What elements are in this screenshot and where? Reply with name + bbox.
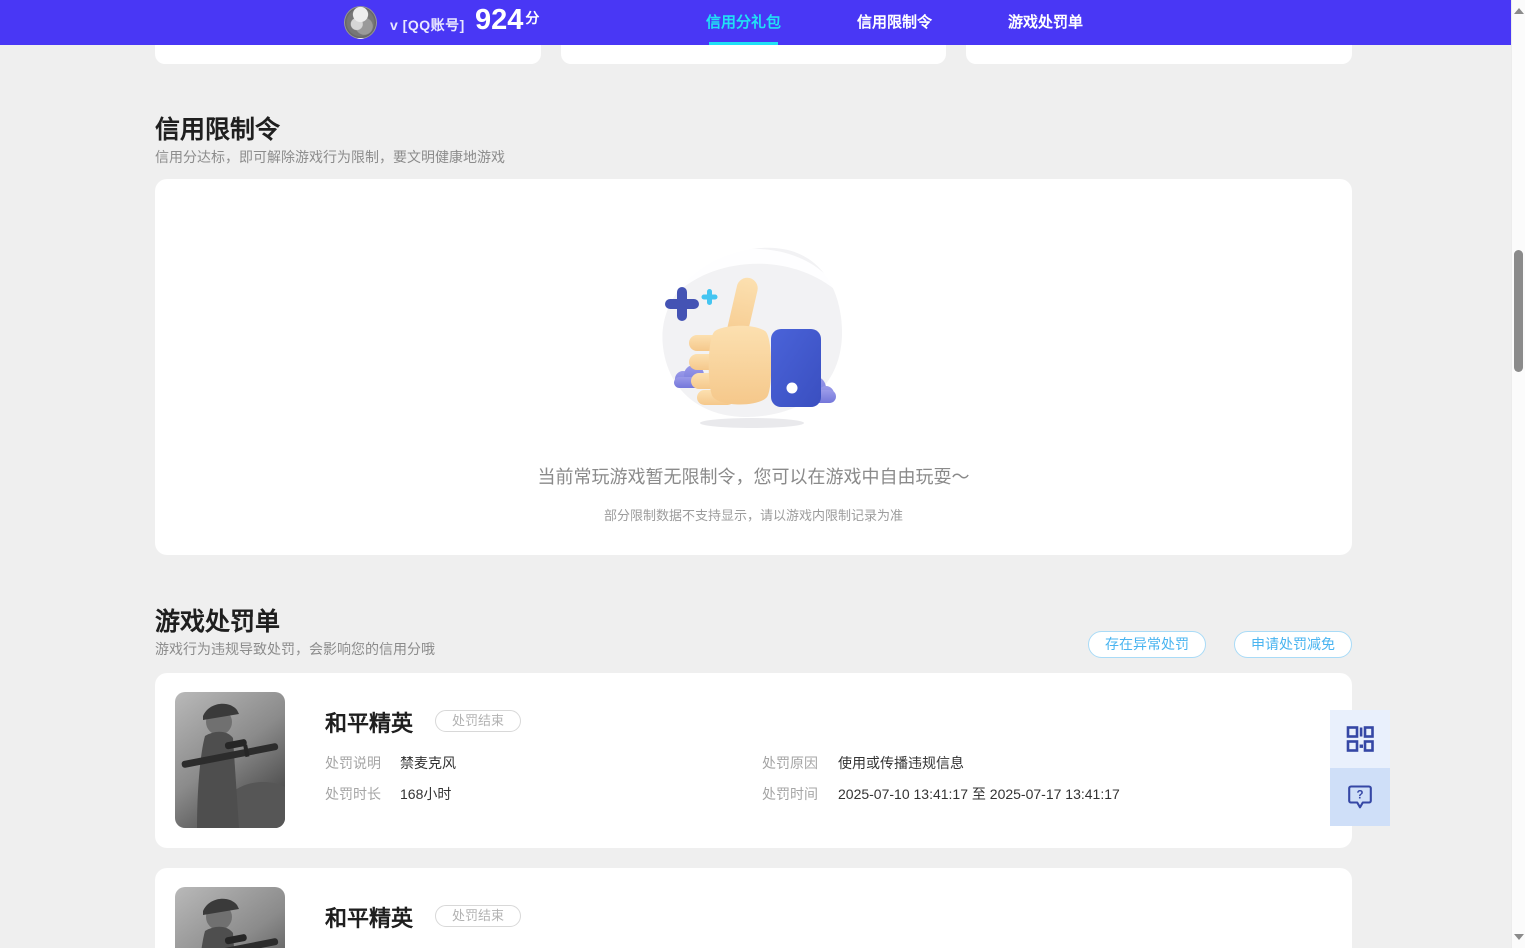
- abnormal-penalty-button[interactable]: 存在异常处罚: [1088, 631, 1206, 658]
- previous-section-card-remnants: [155, 45, 1353, 64]
- credit-score-unit: 分: [525, 10, 540, 26]
- penalty-status-badge: 处罚结束: [435, 905, 522, 927]
- penalty-reason-value: 使用或传播违规信息: [838, 755, 964, 771]
- penalty-action-buttons: 存在异常处罚 申请处罚减免: [155, 631, 1352, 658]
- game-thumbnail: [175, 692, 285, 828]
- help-question-icon: ?: [1348, 785, 1372, 809]
- account-name: v [QQ账号]: [390, 17, 465, 33]
- avatar[interactable]: [344, 6, 377, 39]
- floating-toolbar: ?: [1330, 710, 1390, 826]
- tab-credit-restriction[interactable]: 信用限制令: [857, 0, 932, 45]
- penalty-card: 和平精英 处罚结束: [155, 868, 1352, 948]
- restriction-section-subtitle: 信用分达标，即可解除游戏行为限制，要文明健康地游戏: [155, 149, 505, 165]
- no-restriction-message: 当前常玩游戏暂无限制令，您可以在游戏中自由玩耍～: [537, 467, 970, 487]
- scroll-down-arrow-icon[interactable]: [1512, 930, 1525, 944]
- penalty-relief-button[interactable]: 申请处罚减免: [1234, 631, 1352, 658]
- thumbs-up-illustration: [661, 247, 842, 428]
- tab-game-penalty[interactable]: 游戏处罚单: [1008, 0, 1083, 45]
- nav-tabs: 信用分礼包 信用限制令 游戏处罚单: [706, 0, 1083, 45]
- top-card: [966, 45, 1353, 64]
- penalty-reason-label: 处罚原因: [762, 755, 818, 771]
- credit-score-value: 924: [475, 4, 524, 36]
- restriction-section-title: 信用限制令: [155, 116, 281, 144]
- penalty-card: 和平精英 处罚结束 处罚说明 禁麦克风 处罚原因 使用或传播违规信息 处罚时长 …: [155, 673, 1352, 848]
- scrollbar-thumb[interactable]: [1514, 250, 1523, 372]
- top-card: [155, 45, 541, 64]
- penalty-desc-value: 禁麦克风: [400, 755, 456, 771]
- penalty-desc-label: 处罚说明: [325, 755, 381, 771]
- scroll-up-arrow-icon[interactable]: [1512, 4, 1525, 18]
- game-thumbnail: [175, 887, 285, 948]
- restriction-empty-card: 当前常玩游戏暂无限制令，您可以在游戏中自由玩耍～ 部分限制数据不支持显示，请以游…: [155, 179, 1352, 555]
- penalty-duration-label: 处罚时长: [325, 786, 381, 802]
- game-name: 和平精英: [325, 906, 414, 931]
- penalty-time-value: 2025-07-10 13:41:17 至 2025-07-17 13:41:1…: [838, 786, 1120, 802]
- credit-score: 924 分: [475, 4, 539, 37]
- qr-code-button[interactable]: [1330, 710, 1390, 768]
- help-button[interactable]: ?: [1330, 768, 1390, 826]
- game-name: 和平精英: [325, 711, 414, 736]
- penalty-status-badge: 处罚结束: [435, 710, 522, 732]
- qr-code-icon: [1346, 726, 1374, 752]
- penalty-duration-value: 168小时: [400, 786, 452, 802]
- top-nav-bar: v [QQ账号] 924 分 信用分礼包 信用限制令 游戏处罚单: [0, 0, 1511, 45]
- penalty-time-label: 处罚时间: [762, 786, 818, 802]
- restriction-disclaimer: 部分限制数据不支持显示，请以游戏内限制记录为准: [603, 508, 903, 523]
- tab-credit-gift[interactable]: 信用分礼包: [706, 0, 781, 45]
- svg-text:?: ?: [1356, 790, 1363, 802]
- top-card: [560, 45, 947, 64]
- scrollbar[interactable]: [1511, 0, 1525, 948]
